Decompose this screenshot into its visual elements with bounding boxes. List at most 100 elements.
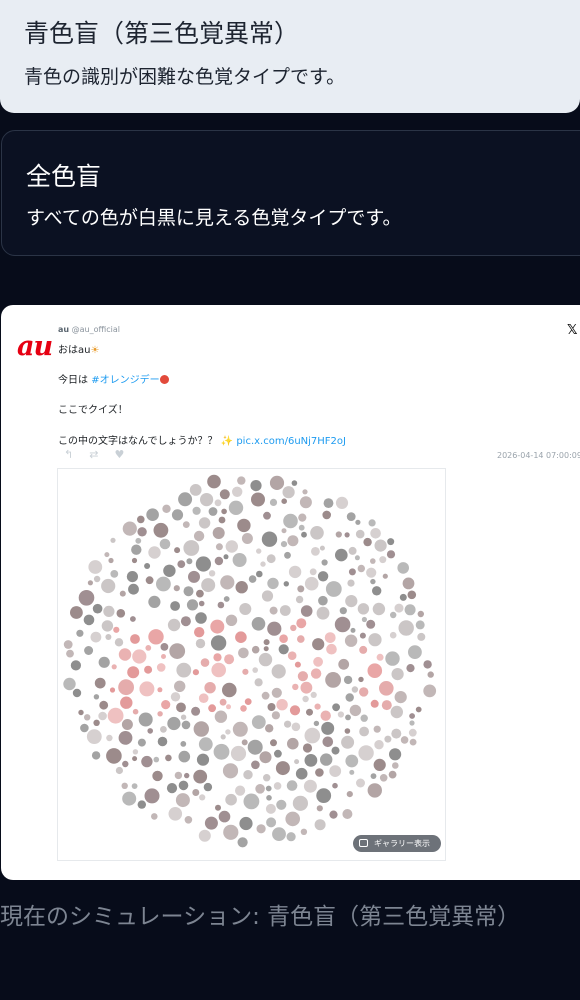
plate-dot [248,575,257,583]
plate-dot [390,611,397,619]
plate-dot [299,496,312,509]
plate-dot [263,511,271,520]
plate-dot [126,571,138,583]
pic-link[interactable]: pic.x.com/6uNj7HF2oJ [236,436,346,447]
plate-dot [144,563,151,569]
plate-dot [355,529,365,539]
plate-dot [238,647,249,659]
plate-dot [232,486,243,497]
plate-dot [212,527,225,539]
gallery-button[interactable]: ギャラリー表示 [353,835,441,852]
plate-dot [408,645,422,659]
plate-dot [267,621,282,636]
plate-dot [91,751,101,760]
plate-dot [156,663,166,672]
plate-dot [195,638,206,649]
reply-icon[interactable]: ↰ [64,448,73,461]
plate-dot [180,714,187,720]
plate-dot [130,634,140,644]
plate-dot [213,743,230,760]
plate-dot [267,577,279,590]
plate-dot [127,666,140,679]
sun-icon: ☀ [90,345,100,356]
plate-dot [269,475,285,490]
plate-dot [370,558,376,564]
plate-dot [107,707,124,724]
plate-dot [329,765,342,777]
x-logo-icon[interactable]: 𝕏 [567,323,577,338]
hashtag-link[interactable]: #オレンジデー [91,375,159,386]
plate-dot [156,576,171,592]
plate-dot [321,559,328,566]
plate-dot [84,714,91,721]
plate-dot [207,474,221,489]
tweet-author[interactable]: au @au_official [58,325,120,334]
plate-dot [379,556,387,564]
plate-dot [322,510,332,520]
tweet-actions: ↰ ⇄ ♥ [64,448,140,461]
plate-dot [313,656,323,667]
plate-dot [345,714,351,721]
plate-dot [237,518,251,533]
plate-dot [175,793,190,808]
plate-dot [261,691,270,700]
plate-dot [203,782,213,792]
plate-dot [235,785,246,796]
plate-dot [193,721,209,737]
total-blindness-card[interactable]: 全色盲 すべての色が白黒に見える色覚タイプです。 [1,130,580,256]
plate-dot [319,545,325,551]
plate-dot [391,668,404,681]
plate-dot [409,713,415,719]
plate-dot [409,720,415,726]
plate-dot [275,761,290,776]
plate-dot [381,700,392,711]
tweet-line-2: 今日は #オレンジデー [58,371,169,386]
plate-dot [147,728,153,734]
plate-dot [374,740,384,750]
like-icon[interactable]: ♥ [114,448,124,461]
plate-dot [355,519,361,525]
plate-dot [343,675,353,685]
retweet-icon[interactable]: ⇄ [89,448,98,461]
plate-dot [370,578,376,585]
question-text: この中の文字はなんでしょうか？？ [58,436,218,447]
plate-dot [217,601,225,609]
plate-dot [415,620,425,630]
plate-dot [182,521,190,528]
plate-dot [208,704,217,713]
plate-dot [304,727,321,744]
plate-dot [214,499,222,507]
plate-dot [272,827,286,841]
plate-dot [121,782,128,789]
plate-dot [335,531,342,538]
plate-dot [294,759,300,765]
plate-dot [70,660,81,671]
plate-dot [382,573,388,579]
plate-dot [349,769,355,775]
plate-dot [243,770,253,780]
plate-dot [148,546,161,559]
plate-dot [221,508,227,515]
blue-blindness-card[interactable]: 青色盲（第三色覚異常） 青色の識別が困難な色覚タイプです。 [0,0,580,113]
plate-dot [137,800,146,809]
plate-dot [310,526,324,540]
plate-dot [388,770,397,779]
plate-dot [278,644,289,655]
embedded-tweet[interactable]: au au @au_official 𝕏 おはau☀ 今日は #オレンジデー こ… [1,305,580,880]
plate-dot [256,570,263,578]
plate-dot [373,758,386,771]
plate-dot [167,716,181,731]
plate-dot [357,603,370,615]
color-test-image[interactable] [57,468,446,861]
plate-dot [332,782,338,789]
plate-dot [357,564,365,573]
plate-dot [359,632,366,639]
plate-dot [218,810,231,823]
plate-dot [165,754,172,762]
plate-dot [296,618,307,629]
plate-dot [316,606,330,620]
plate-dot [66,649,74,658]
plate-dot [370,699,379,708]
plate-dot [266,554,276,564]
plate-dot [312,638,325,651]
